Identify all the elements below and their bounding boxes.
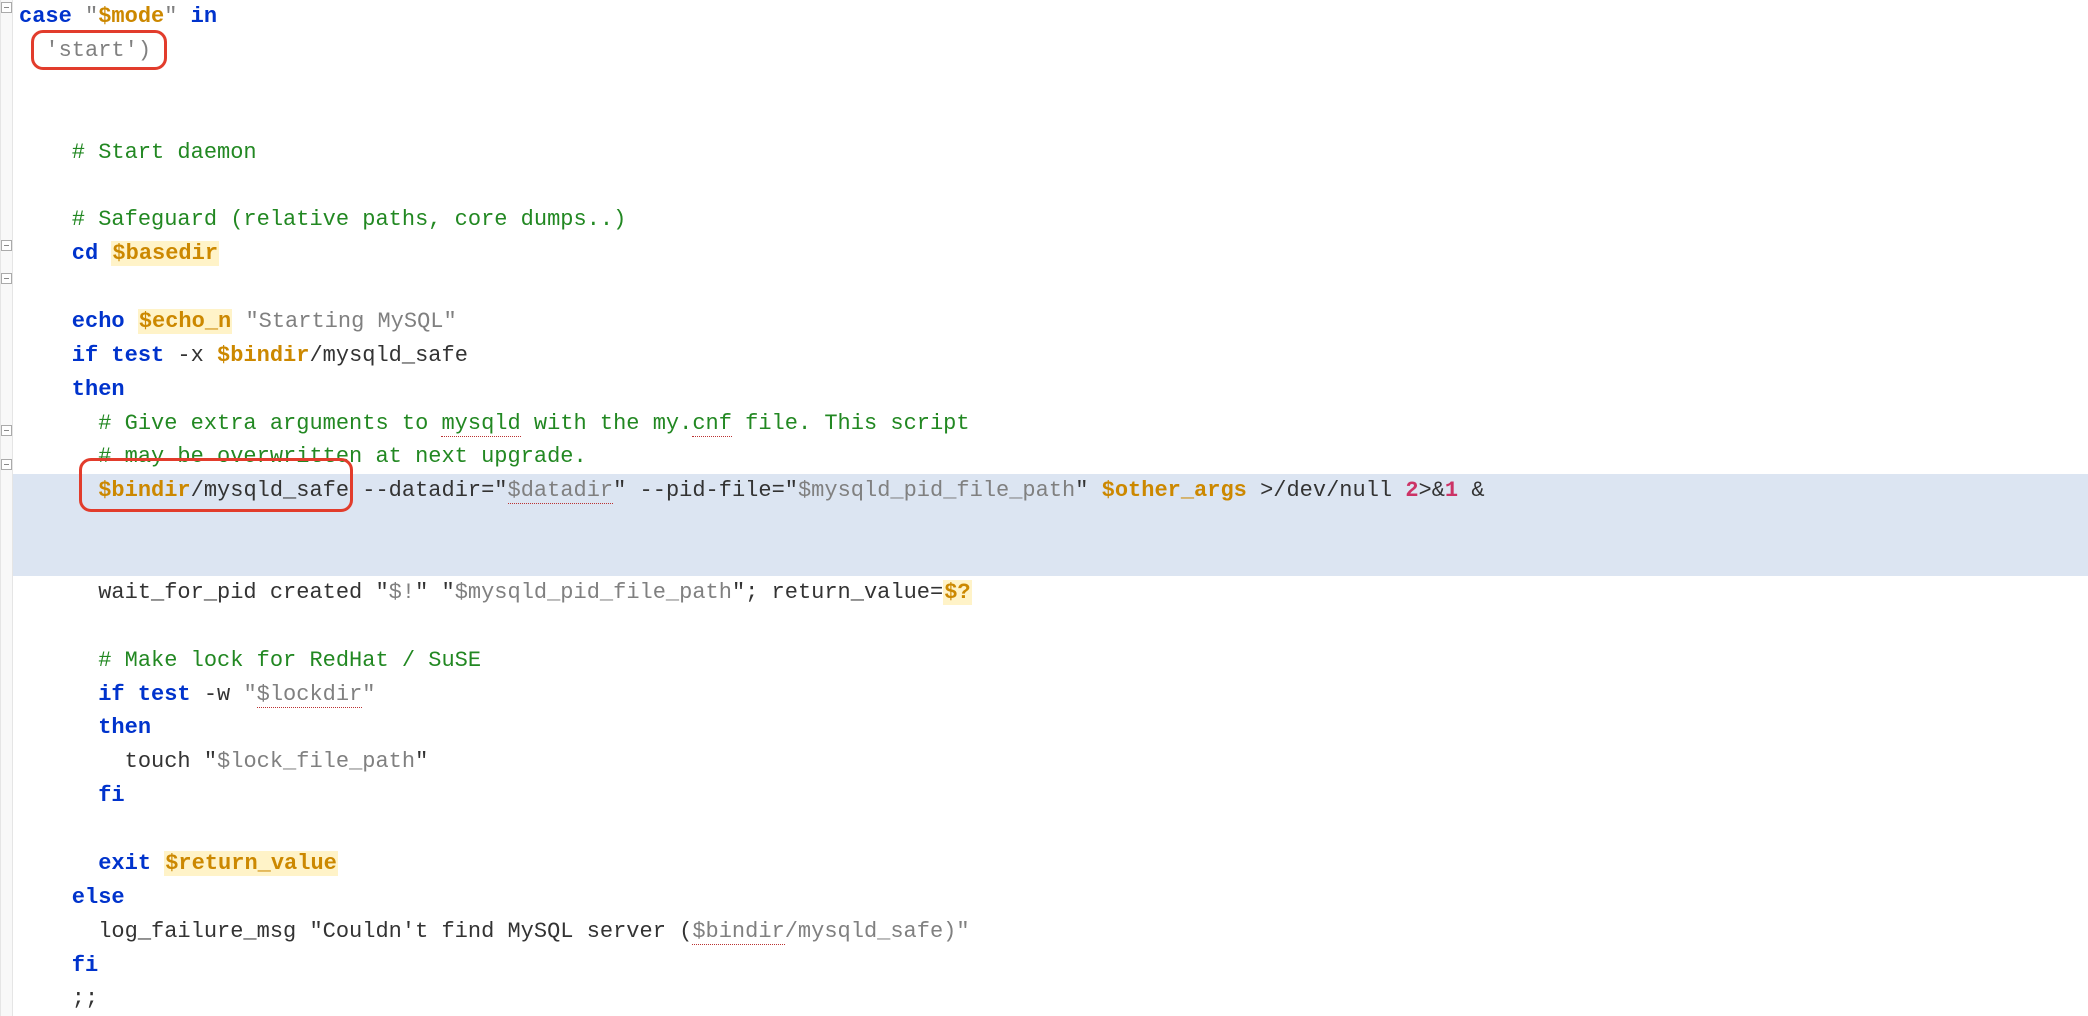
code-line: if test -w "$lockdir" xyxy=(13,678,2088,712)
code-line: echo $echo_n "Starting MySQL" xyxy=(13,305,2088,339)
code-line: cd $basedir xyxy=(13,237,2088,271)
keyword-in: in xyxy=(191,4,217,29)
code-line: case "$mode" in xyxy=(13,0,2088,34)
code-line xyxy=(13,169,2088,203)
code-line: log_failure_msg "Couldn't find MySQL ser… xyxy=(13,915,2088,949)
code-line-highlighted: $bindir/mysqld_safe --datadir="$datadir"… xyxy=(13,474,2088,576)
code-line xyxy=(13,271,2088,305)
code-line: touch "$lock_file_path" xyxy=(13,745,2088,779)
fold-marker[interactable] xyxy=(1,273,12,284)
code-line: # Give extra arguments to mysqld with th… xyxy=(13,407,2088,441)
code-line: exit $return_value xyxy=(13,847,2088,881)
code-line: # Make lock for RedHat / SuSE xyxy=(13,644,2088,678)
code-line: then xyxy=(13,711,2088,745)
code-line: wait_for_pid created "$!" "$mysqld_pid_f… xyxy=(13,576,2088,610)
fold-gutter xyxy=(1,0,13,1016)
code-line: if test -x $bindir/mysqld_safe xyxy=(13,339,2088,373)
code-line: fi xyxy=(13,949,2088,983)
fold-marker[interactable] xyxy=(1,2,12,13)
code-line xyxy=(13,610,2088,644)
code-line: 'start') xyxy=(13,34,2088,136)
code-line: # Safeguard (relative paths, core dumps.… xyxy=(13,203,2088,237)
code-line: then xyxy=(13,373,2088,407)
code-line: # may be overwritten at next upgrade. xyxy=(13,440,2088,474)
code-line xyxy=(13,813,2088,847)
code-line: # Start daemon xyxy=(13,136,2088,170)
code-line: fi xyxy=(13,779,2088,813)
code-line: ;; xyxy=(13,982,2088,1016)
code-editor: case "$mode" in 'start') # Start daemon … xyxy=(0,0,2088,1016)
fold-marker[interactable] xyxy=(1,459,12,470)
code-line: else xyxy=(13,881,2088,915)
fold-marker[interactable] xyxy=(1,425,12,436)
fold-marker[interactable] xyxy=(1,240,12,251)
keyword-case: case xyxy=(19,4,72,29)
